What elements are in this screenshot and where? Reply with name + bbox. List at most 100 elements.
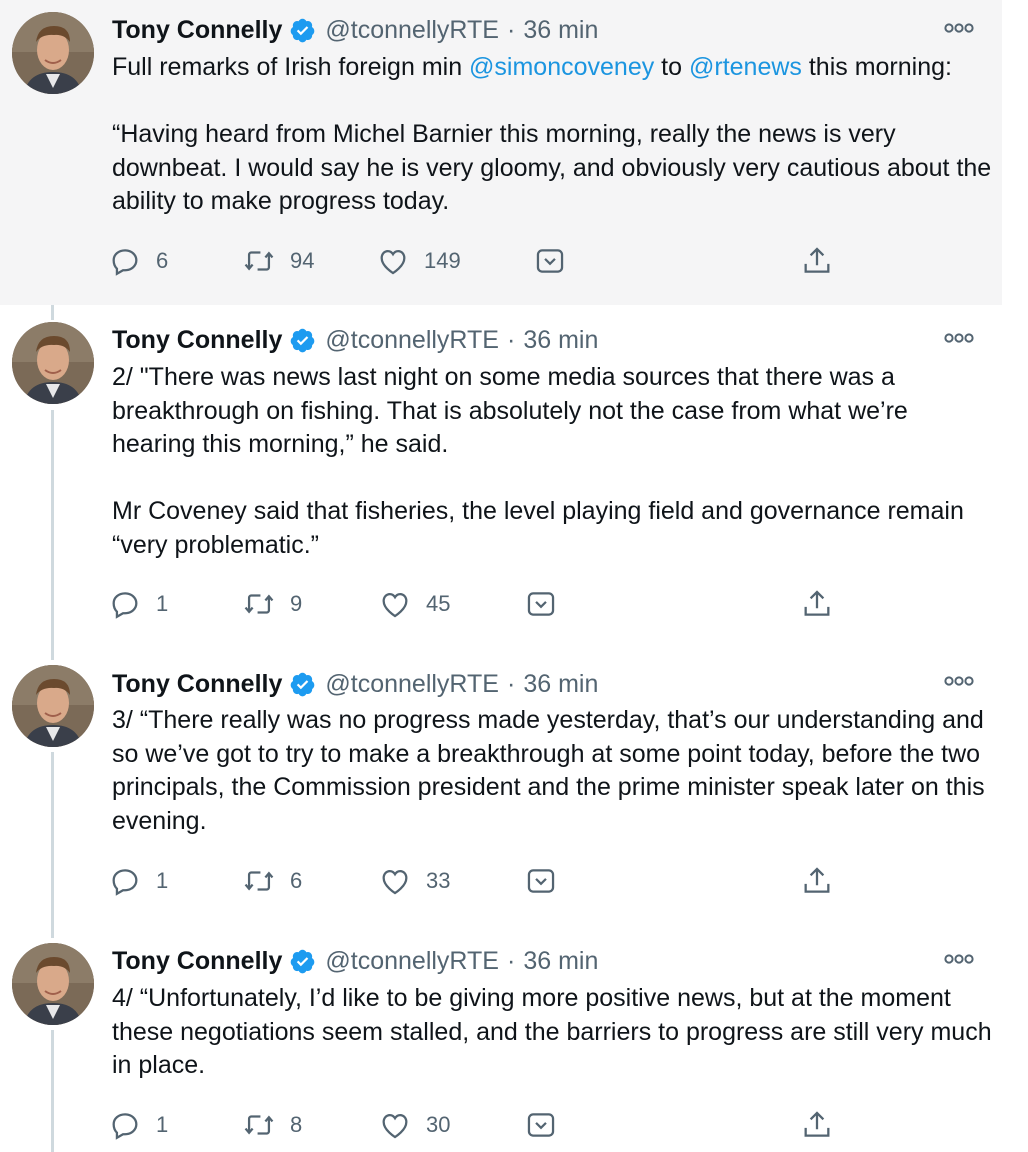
- tweet-paragraph: Full remarks of Irish foreign min @simon…: [112, 51, 992, 85]
- display-name[interactable]: Tony Connelly: [112, 947, 282, 976]
- tweet-text-segment: Mr Coveney said that fisheries, the leve…: [112, 497, 964, 559]
- reply-icon: [112, 592, 138, 619]
- share-button[interactable]: [800, 863, 834, 899]
- avatar-image: [12, 943, 94, 1025]
- reply-button[interactable]: 1: [108, 1107, 168, 1143]
- reply-count: 6: [156, 248, 169, 273]
- mention-link[interactable]: @rtenews: [689, 53, 802, 81]
- separator: ·: [506, 946, 516, 975]
- like-icon: [380, 249, 406, 275]
- tweet-paragraph: 2/ "There was news last night on some me…: [112, 361, 992, 462]
- timestamp[interactable]: 36 min: [523, 326, 598, 355]
- bookmark-icon: [527, 869, 555, 893]
- more-options-icon[interactable]: [944, 952, 974, 966]
- bookmark-button[interactable]: [533, 243, 567, 279]
- tweet[interactable]: Tony Connelly @tconnellyRTE · 36 min Ful…: [0, 0, 1002, 305]
- tweet-text-segment: Full remarks of Irish foreign min: [112, 53, 470, 81]
- tweet-paragraph: Mr Coveney said that fisheries, the leve…: [112, 495, 992, 562]
- share-icon: [804, 590, 830, 616]
- like-button[interactable]: 149: [376, 243, 461, 279]
- tweet[interactable]: Tony Connelly @tconnellyRTE · 36 min 3/ …: [0, 648, 1002, 926]
- like-icon: [382, 869, 408, 895]
- tweet-text: Full remarks of Irish foreign min @simon…: [112, 51, 992, 219]
- avatar[interactable]: [12, 943, 94, 1025]
- retweet-icon: [244, 251, 274, 271]
- avatar[interactable]: [12, 322, 94, 404]
- timestamp[interactable]: 36 min: [523, 16, 598, 45]
- more-options-icon[interactable]: [944, 674, 974, 688]
- avatar[interactable]: [12, 665, 94, 747]
- tweet-text: 3/ “There really was no progress made ye…: [112, 704, 992, 838]
- bookmark-icon: [536, 249, 564, 273]
- retweet-count: 94: [290, 248, 315, 273]
- display-name[interactable]: Tony Connelly: [112, 16, 282, 45]
- timestamp[interactable]: 36 min: [523, 670, 598, 699]
- bookmark-button[interactable]: [524, 1107, 558, 1143]
- handle[interactable]: @tconnellyRTE: [325, 947, 499, 976]
- reply-icon: [112, 1113, 138, 1140]
- like-count: 149: [424, 248, 461, 273]
- tweet-header: Tony Connelly @tconnellyRTE · 36 min: [112, 945, 598, 977]
- avatar-image: [12, 322, 94, 404]
- mention-link[interactable]: @simoncoveney: [469, 53, 654, 81]
- share-button[interactable]: [800, 1107, 834, 1143]
- handle[interactable]: @tconnellyRTE: [325, 670, 499, 699]
- bookmark-button[interactable]: [524, 586, 558, 622]
- like-count: 45: [426, 591, 451, 616]
- tweet-text-segment: 4/ “Unfortunately, I’d like to be giving…: [112, 984, 992, 1079]
- reply-button[interactable]: 1: [108, 586, 168, 622]
- tweet[interactable]: Tony Connelly @tconnellyRTE · 36 min 2/ …: [0, 305, 1002, 648]
- tweet-text: 2/ "There was news last night on some me…: [112, 361, 992, 562]
- bookmark-icon: [527, 592, 555, 616]
- tweet-paragraph: 4/ “Unfortunately, I’d like to be giving…: [112, 982, 992, 1083]
- verified-badge-icon: [291, 18, 315, 42]
- verified-badge-icon: [291, 328, 315, 352]
- reply-count: 1: [156, 591, 169, 616]
- display-name[interactable]: Tony Connelly: [112, 670, 282, 699]
- verified-badge-icon: [291, 672, 315, 696]
- like-count: 33: [426, 868, 451, 893]
- reply-button[interactable]: 1: [108, 863, 168, 899]
- reply-count: 1: [156, 1112, 169, 1137]
- more-options-icon[interactable]: [944, 21, 974, 35]
- separator: ·: [506, 15, 516, 44]
- tweet-header: Tony Connelly @tconnellyRTE · 36 min: [112, 324, 598, 356]
- tweet-header: Tony Connelly @tconnellyRTE · 36 min: [112, 14, 598, 46]
- retweet-icon: [244, 594, 274, 614]
- tweet-paragraph: 3/ “There really was no progress made ye…: [112, 704, 992, 838]
- separator: ·: [506, 325, 516, 354]
- retweet-button[interactable]: 8: [242, 1107, 302, 1143]
- tweet-text-segment: to: [654, 53, 689, 81]
- like-button[interactable]: 30: [378, 1107, 450, 1143]
- bookmark-button[interactable]: [524, 863, 558, 899]
- tweet-text-segment: “Having heard from Michel Barnier this m…: [112, 120, 992, 215]
- like-button[interactable]: 33: [378, 863, 450, 899]
- more-options-icon[interactable]: [944, 331, 974, 345]
- bookmark-icon: [527, 1113, 555, 1137]
- verified-badge-icon: [291, 949, 315, 973]
- tweet-text-segment: 3/ “There really was no progress made ye…: [112, 706, 985, 835]
- retweet-icon: [244, 871, 274, 891]
- share-button[interactable]: [800, 243, 834, 279]
- share-icon: [804, 247, 830, 273]
- share-button[interactable]: [800, 586, 834, 622]
- retweet-button[interactable]: 6: [242, 863, 302, 899]
- display-name[interactable]: Tony Connelly: [112, 326, 282, 355]
- like-button[interactable]: 45: [378, 586, 450, 622]
- share-icon: [804, 867, 830, 893]
- share-icon: [804, 1111, 830, 1137]
- retweet-count: 8: [290, 1112, 303, 1137]
- handle[interactable]: @tconnellyRTE: [325, 326, 499, 355]
- reply-icon: [112, 249, 138, 276]
- tweet-paragraph: “Having heard from Michel Barnier this m…: [112, 118, 992, 219]
- timestamp[interactable]: 36 min: [523, 947, 598, 976]
- avatar[interactable]: [12, 12, 94, 94]
- like-count: 30: [426, 1112, 451, 1137]
- like-icon: [382, 592, 408, 618]
- tweet-header: Tony Connelly @tconnellyRTE · 36 min: [112, 668, 598, 700]
- retweet-button[interactable]: 94: [242, 243, 314, 279]
- handle[interactable]: @tconnellyRTE: [325, 16, 499, 45]
- tweet[interactable]: Tony Connelly @tconnellyRTE · 36 min 4/ …: [0, 926, 1002, 1152]
- reply-button[interactable]: 6: [108, 243, 168, 279]
- retweet-button[interactable]: 9: [242, 586, 302, 622]
